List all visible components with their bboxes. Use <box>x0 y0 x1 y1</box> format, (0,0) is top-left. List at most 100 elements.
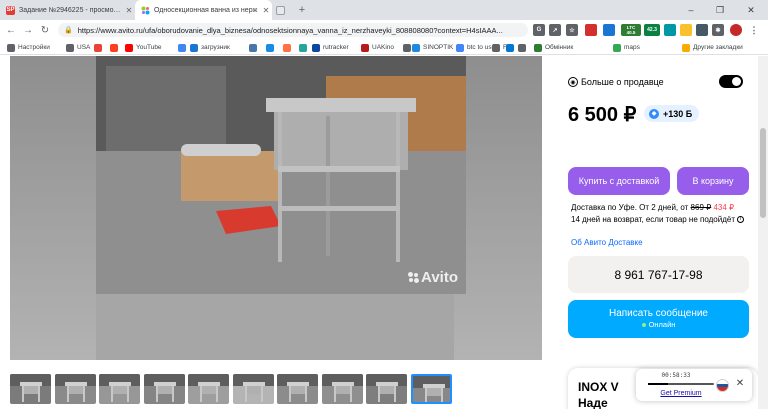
buy-with-delivery-button[interactable]: Купить с доставкой <box>568 167 670 195</box>
bookmark-label: YouTube <box>136 44 162 51</box>
more-about-seller-label: Больше о продавце <box>581 77 664 87</box>
gallery-thumbnail[interactable] <box>54 374 96 404</box>
profile-avatar-icon[interactable] <box>730 24 742 36</box>
bookmark-item[interactable]: Настройки <box>7 42 50 53</box>
add-to-cart-button[interactable]: В корзину <box>677 167 749 195</box>
bookmark-item[interactable] <box>506 42 517 53</box>
gallery-thumbnail[interactable] <box>143 374 185 404</box>
gallery-thumbnail[interactable] <box>277 374 318 404</box>
ext-icon[interactable] <box>696 24 708 36</box>
translate-icon[interactable]: G <box>533 24 545 36</box>
write-message-button[interactable]: Написать сообщение Онлайн <box>568 300 749 338</box>
return-policy-text: 14 дней на возврат, если товар не подойд… <box>571 215 735 224</box>
bookmark-star-icon[interactable]: ☆ <box>566 24 578 36</box>
bookmark-item[interactable]: SINOPTIK <box>412 42 453 53</box>
gallery-thumbnail[interactable] <box>10 374 51 404</box>
rate-ext-icon[interactable]: 42.3 <box>644 24 660 36</box>
tab-blank[interactable] <box>272 0 294 20</box>
get-premium-link[interactable]: Get Premium <box>636 390 726 397</box>
back-icon[interactable]: ← <box>4 23 18 37</box>
online-status: Онлайн <box>641 320 676 330</box>
gallery-thumbnail[interactable] <box>232 374 274 404</box>
watermark-text: Avito <box>421 269 458 286</box>
phone-number-button[interactable]: 8 961 767-17-98 <box>568 256 749 293</box>
bookmark-item[interactable]: maps <box>613 42 640 53</box>
bookmark-item[interactable] <box>110 42 121 53</box>
bookmark-item[interactable] <box>178 42 189 53</box>
online-text: Онлайн <box>648 320 676 329</box>
gallery-thumbnail[interactable] <box>410 374 452 404</box>
bookmark-item[interactable] <box>266 42 277 53</box>
reload-icon[interactable]: ↻ <box>38 23 52 37</box>
close-icon[interactable]: ✕ <box>734 378 746 390</box>
bookmark-label: USA <box>77 44 91 51</box>
russia-flag-icon[interactable] <box>716 379 729 392</box>
maximize-icon[interactable]: ❐ <box>709 0 731 20</box>
gallery-thumbnail[interactable] <box>188 374 229 404</box>
avito-watermark: Avito <box>408 269 458 286</box>
bookmark-item[interactable]: Другие закладки <box>682 42 743 53</box>
bookmark-item[interactable]: rutracker <box>312 42 349 53</box>
delivery-new-price: 434 ₽ <box>713 203 735 212</box>
ext-icon[interactable] <box>680 24 692 36</box>
tab-title: Задание №2946225 - просмотр з <box>19 6 123 14</box>
screen-recorder-widget: 00:58:33 Get Premium ✕ <box>636 369 752 401</box>
more-about-seller-toggle[interactable] <box>719 75 743 88</box>
bookmark-label: btc to usd <box>467 44 496 51</box>
gear-icon <box>7 43 15 52</box>
write-message-label: Написать сообщение <box>608 308 708 319</box>
menu-kebab-icon[interactable]: ⋮ <box>748 24 760 36</box>
google-icon <box>456 43 464 52</box>
ext-icon[interactable] <box>603 24 615 36</box>
share-icon[interactable]: ↗ <box>549 24 561 36</box>
tab-task[interactable]: SP Задание №2946225 - просмотр з ✕ <box>0 0 135 20</box>
bookmark-item[interactable]: загрузник <box>190 42 230 53</box>
bookmark-item[interactable]: USA <box>66 42 90 53</box>
bookmark-item[interactable] <box>249 42 260 53</box>
russia-flag-ext-icon[interactable] <box>585 24 597 36</box>
bookmark-item[interactable] <box>518 42 529 53</box>
google-icon <box>178 43 186 52</box>
rate-value: 42.3 <box>647 27 657 33</box>
bookmark-item[interactable]: YouTube <box>125 42 162 53</box>
bookmark-item[interactable]: Обмінник <box>534 42 573 53</box>
bookmark-label: SINOPTIK <box>423 44 454 51</box>
new-tab-icon[interactable]: + <box>296 4 308 16</box>
gallery-thumbnail[interactable] <box>99 374 140 404</box>
bookmark-item[interactable]: btc to usd <box>456 42 495 53</box>
info-icon[interactable]: i <box>737 216 745 224</box>
minimize-icon[interactable]: – <box>680 0 702 20</box>
bookmark-item[interactable]: UAKino <box>361 42 394 53</box>
tab-avito-listing[interactable]: Односекционная ванна из нерж ✕ <box>135 0 272 20</box>
bookmark-item[interactable] <box>283 42 294 53</box>
image-gallery[interactable]: Avito <box>10 56 542 360</box>
address-bar[interactable]: 🔒 https://www.avito.ru/ufa/oborudovanie_… <box>58 23 528 37</box>
bookmark-label: Другие закладки <box>693 44 743 51</box>
close-window-icon[interactable]: ✕ <box>740 0 762 20</box>
ext-icon[interactable] <box>664 24 676 36</box>
seller-icon: ◉ <box>568 77 578 87</box>
avito-logo-icon <box>408 272 420 283</box>
gallery-thumbnail[interactable] <box>366 374 407 404</box>
bookmark-label: UAKino <box>372 44 395 51</box>
folder-icon <box>518 43 526 52</box>
bonus-badge[interactable]: ◆ +130 Б <box>644 105 700 122</box>
gallery-blur-right <box>454 56 542 360</box>
uakino-icon <box>361 43 369 52</box>
gallery-thumbnail[interactable] <box>321 374 363 404</box>
lock-icon: 🔒 <box>64 27 73 34</box>
bonus-coin-icon: ◆ <box>649 108 659 119</box>
about-avito-delivery-link[interactable]: Об Авито Доставке <box>571 238 643 247</box>
extensions-puzzle-icon[interactable]: ✱ <box>712 24 724 36</box>
page-scrollbar[interactable] <box>758 56 768 409</box>
main-product-photo[interactable]: Avito <box>96 56 466 294</box>
bookmark-label: rutracker <box>323 44 349 51</box>
bookmark-icon <box>403 43 411 52</box>
forward-icon[interactable]: → <box>21 23 35 37</box>
ltc-ext-icon[interactable]: LTC 40.5 <box>621 24 641 36</box>
bookmark-item[interactable] <box>94 42 105 53</box>
tab-close-icon[interactable]: ✕ <box>260 6 272 15</box>
thumbnail-strip <box>10 374 460 406</box>
tab-close-icon[interactable]: ✕ <box>123 6 135 15</box>
bookmark-item[interactable] <box>299 42 310 53</box>
